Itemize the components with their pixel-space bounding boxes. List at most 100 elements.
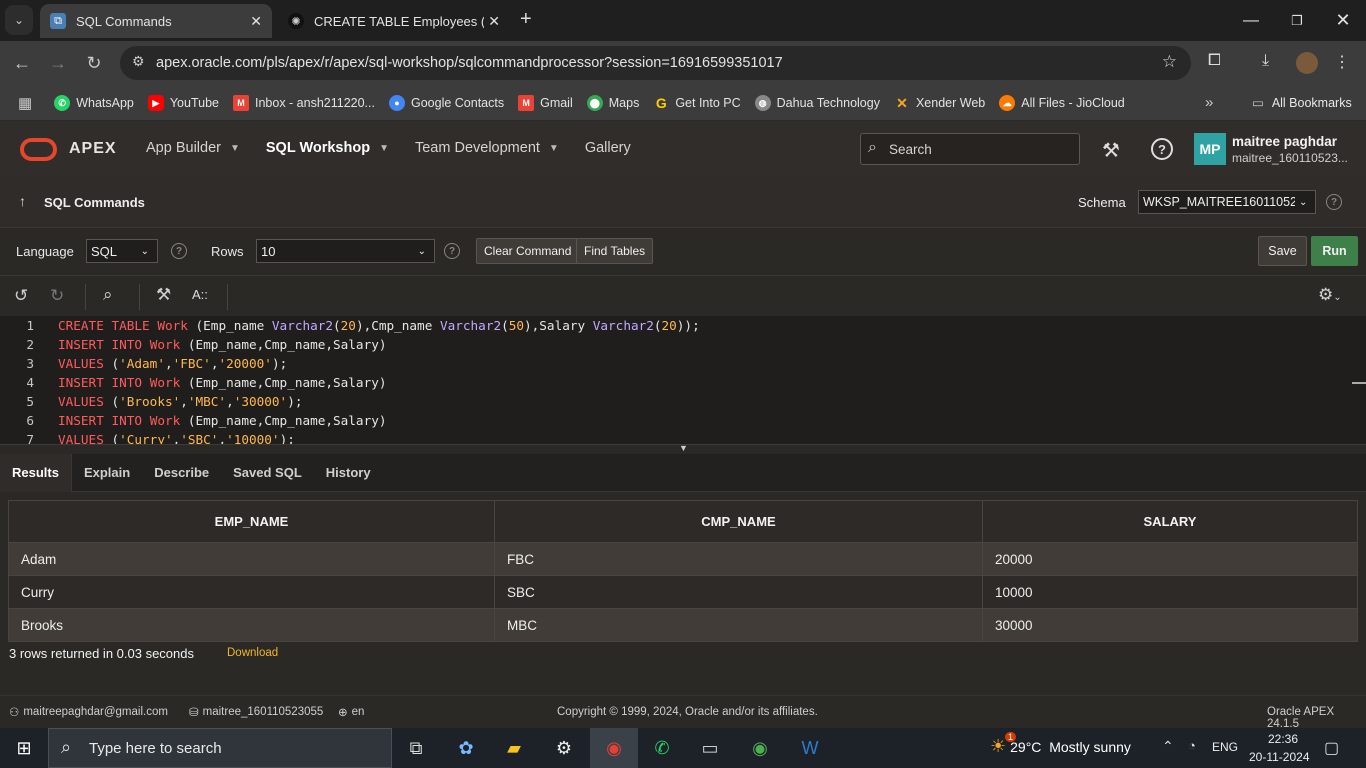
bookmark-inbox[interactable]: M Inbox - ansh211220... (232, 95, 375, 111)
schema-help-icon[interactable]: ? (1326, 194, 1342, 210)
youtube-icon: ▶ (147, 95, 164, 111)
notifications-icon[interactable]: ▢ (1324, 738, 1339, 758)
sql-code-editor[interactable]: 1 CREATE TABLE Work (Emp_name Varchar2(2… (0, 316, 1366, 444)
bookmark-gmail[interactable]: M Gmail (518, 95, 573, 111)
bookmark-whatsapp[interactable]: ✆ WhatsApp (54, 95, 134, 111)
windows-start-icon[interactable]: ⊞ (0, 728, 48, 768)
schema-select[interactable]: WKSP_MAITREE16011052305 ⌄ (1138, 190, 1316, 214)
file-explorer-icon[interactable]: ▰ (490, 728, 538, 768)
find-tables-button[interactable]: Find Tables (576, 238, 654, 264)
bookmark-dahua[interactable]: ◍ Dahua Technology (754, 95, 880, 111)
browser-tab-sql-commands[interactable]: ⧉ SQL Commands ✕ (40, 4, 272, 38)
apex-logo-text[interactable]: APEX (69, 140, 117, 158)
all-bookmarks-button[interactable]: ▭ All Bookmarks (1252, 95, 1352, 111)
line-number: 1 (26, 318, 34, 333)
footer-user[interactable]: ⚇ maitreepaghdar@gmail.com (9, 705, 168, 719)
rows-select[interactable]: 10 ⌄ (256, 239, 435, 263)
download-link[interactable]: Download (227, 647, 278, 659)
code-line: INSERT INTO Work (Emp_name,Cmp_name,Sala… (58, 375, 387, 390)
new-tab-button[interactable]: + (520, 8, 532, 31)
reload-button[interactable]: ↻ (79, 48, 109, 78)
user-name[interactable]: maitree paghdar (1232, 134, 1337, 149)
bookmark-jiocloud[interactable]: ☁ All Files - JioCloud (999, 95, 1125, 111)
tab-explain[interactable]: Explain (72, 454, 142, 492)
taskbar-search-input[interactable]: ⌕ Type here to search (48, 728, 392, 768)
word-icon[interactable]: W (786, 728, 834, 768)
whatsapp-icon[interactable]: ✆ (638, 728, 686, 768)
tab-saved-sql[interactable]: Saved SQL (221, 454, 314, 492)
search-icon[interactable]: ⌕ (103, 285, 113, 305)
column-header[interactable]: SALARY (982, 500, 1358, 543)
copilot-icon[interactable]: ✿ (442, 728, 490, 768)
bookmark-google-contacts[interactable]: ● Google Contacts (388, 95, 504, 111)
weather-widget[interactable]: ☀ 1 29°C Mostly sunny (990, 732, 1131, 757)
more-bookmarks-icon[interactable]: » (1205, 94, 1213, 111)
tab-search-button[interactable]: ⌄ (5, 5, 33, 35)
editor-splitter[interactable]: ▼ (0, 443, 1366, 454)
user-avatar[interactable]: MP (1194, 133, 1226, 165)
task-view-icon[interactable]: ⧉ (392, 728, 440, 768)
footer-workspace[interactable]: ⛁ maitree_160110523055 (189, 705, 323, 719)
wifi-icon[interactable]: ◔ (1188, 738, 1196, 753)
autocomplete-icon[interactable]: A:: (192, 287, 208, 302)
language-select[interactable]: SQL ⌄ (86, 239, 158, 263)
close-window-button[interactable]: ✕ (1320, 0, 1366, 41)
nav-team-development[interactable]: Team Development ▼ (415, 140, 559, 156)
back-button[interactable]: ← (7, 48, 37, 78)
tab-results[interactable]: Results (0, 453, 72, 492)
column-header[interactable]: EMP_NAME (8, 500, 495, 543)
download-icon[interactable]: ⤓ (1262, 52, 1269, 70)
apex-search-input[interactable]: ⌕ Search (860, 133, 1080, 165)
browser-tab-create-table[interactable]: ✺ CREATE TABLE Employees ( Emp ✕ (278, 4, 510, 38)
clock-time[interactable]: 22:36 (1255, 732, 1311, 746)
settings-gear-icon[interactable]: ⚙⌄ (1318, 285, 1342, 305)
chevron-up-icon[interactable]: ⌃ (1162, 738, 1174, 755)
nav-app-builder[interactable]: App Builder ▼ (146, 140, 240, 156)
forward-button[interactable]: → (43, 48, 73, 78)
profile-avatar[interactable] (1296, 52, 1318, 74)
bookmark-maps[interactable]: ⬤ Maps (586, 95, 639, 111)
language-help-icon[interactable]: ? (171, 243, 187, 259)
oracle-logo-icon[interactable] (20, 138, 57, 161)
collapse-arrow-icon[interactable]: ▼ (679, 443, 688, 453)
footer-language[interactable]: ⊕ en (338, 705, 364, 719)
terminal-icon[interactable]: ▭ (686, 728, 734, 768)
help-icon[interactable]: ? (1151, 138, 1173, 160)
restore-button[interactable]: ❐ (1274, 0, 1320, 41)
language-indicator[interactable]: ENG (1212, 740, 1238, 754)
close-tab-icon[interactable]: ✕ (488, 13, 500, 30)
apex-version: Oracle APEX 24.1.5 (1267, 706, 1335, 730)
nav-sql-workshop[interactable]: SQL Workshop ▼ (266, 140, 389, 156)
minimize-button[interactable]: — (1228, 0, 1274, 41)
bookmark-youtube[interactable]: ▶ YouTube (147, 95, 219, 111)
chrome-icon[interactable]: ◉ (590, 728, 638, 768)
close-tab-icon[interactable]: ✕ (250, 13, 262, 30)
bookmark-get-into-pc[interactable]: G Get Into PC (653, 95, 741, 111)
clock-date[interactable]: 20-11-2024 (1249, 750, 1310, 764)
address-bar[interactable]: ⚙ apex.oracle.com/pls/apex/r/apex/sql-wo… (120, 46, 1191, 80)
administration-icon[interactable]: ⚒ (1102, 138, 1120, 163)
tab-describe[interactable]: Describe (142, 454, 221, 492)
chrome-alt-icon[interactable]: ◉ (736, 728, 784, 768)
tab-history[interactable]: History (314, 454, 383, 492)
clear-command-button[interactable]: Clear Command (476, 238, 580, 264)
redo-icon[interactable]: ↻ (50, 286, 64, 306)
arrow-up-icon[interactable]: ↑ (19, 193, 26, 209)
extensions-icon[interactable]: ⧠ (1208, 52, 1221, 70)
rows-help-icon[interactable]: ? (444, 243, 460, 259)
run-button[interactable]: Run (1311, 236, 1358, 266)
undo-icon[interactable]: ↺ (14, 286, 28, 306)
nav-gallery[interactable]: Gallery (585, 140, 631, 156)
line-number: 5 (26, 394, 34, 409)
menu-icon[interactable]: ⋮ (1334, 52, 1350, 72)
schema-label: Schema (1078, 195, 1126, 210)
apps-grid-icon[interactable]: ▦ (18, 94, 32, 112)
settings-icon[interactable]: ⚙ (540, 728, 588, 768)
format-wand-icon[interactable]: ⚒ (156, 285, 171, 305)
column-header[interactable]: CMP_NAME (494, 500, 983, 543)
site-info-icon[interactable]: ⚙ (132, 53, 145, 70)
table-cell: MBC (494, 608, 983, 642)
save-button[interactable]: Save (1258, 236, 1307, 266)
bookmark-xender[interactable]: ✕ Xender Web (893, 95, 985, 111)
bookmark-star-icon[interactable]: ☆ (1162, 52, 1177, 72)
